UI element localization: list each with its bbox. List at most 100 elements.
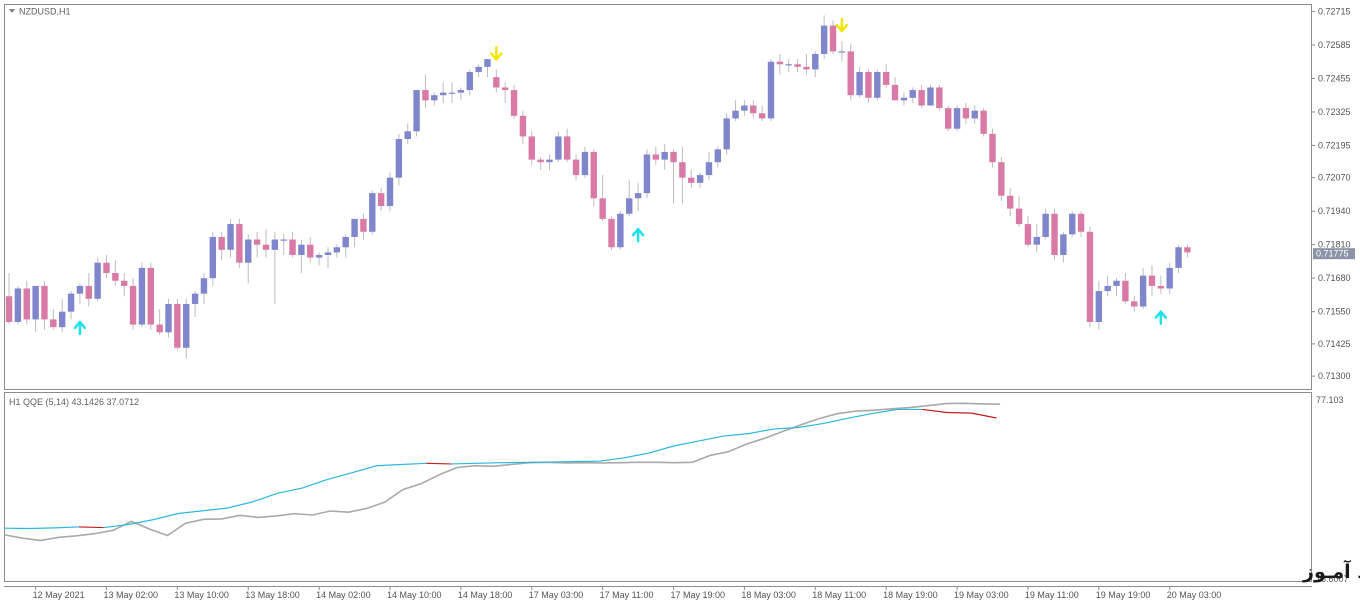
candle-body [1016, 209, 1022, 224]
candle-body [1087, 232, 1093, 322]
candle-body [325, 252, 331, 255]
qqe-signal-segment [947, 413, 972, 414]
price-tick-label: 0.71940 [1318, 206, 1351, 216]
candle-body [892, 85, 898, 100]
candle-body [148, 268, 154, 325]
candle-body [112, 273, 118, 281]
candle-body [989, 134, 995, 162]
candle-body [343, 237, 349, 247]
candle [1087, 227, 1093, 328]
qqe-signal-segment [29, 528, 54, 529]
candle-body [431, 95, 437, 100]
candle-body [573, 160, 579, 175]
candle-body [493, 77, 499, 87]
candle [148, 263, 154, 330]
candle-body [821, 26, 827, 54]
candle-body [936, 87, 942, 108]
candle-body [830, 26, 836, 52]
candle-body [812, 54, 818, 69]
time-tick-label: 13 May 18:00 [245, 590, 300, 600]
candle-body [413, 90, 419, 131]
candle-body [537, 160, 543, 163]
indicator-label: H1 QQE (5,14) 43.1426 37.0712 [9, 397, 139, 407]
candle-body [608, 219, 614, 247]
candle-body [334, 247, 340, 252]
candle [139, 263, 145, 327]
candle-body [351, 219, 357, 237]
candle-body [910, 90, 916, 98]
candle-body [103, 263, 109, 273]
candle [945, 106, 951, 132]
chart-canvas[interactable]: 0.727150.725850.724550.723250.721950.720… [0, 0, 1360, 607]
candle-body [803, 67, 809, 70]
candle-body [1166, 268, 1172, 289]
candle [413, 90, 419, 136]
candle-body [732, 111, 738, 119]
candle-body [617, 214, 623, 248]
time-tick-label: 13 May 02:00 [103, 590, 158, 600]
candle-body [227, 224, 233, 250]
candle-body [794, 64, 800, 67]
time-tick-label: 12 May 2021 [33, 590, 85, 600]
candle-body [918, 90, 924, 105]
candle-body [626, 198, 632, 213]
candle-body [963, 108, 969, 118]
candle-body [1131, 301, 1137, 306]
candle-body [555, 136, 561, 159]
candle-body [1051, 214, 1057, 255]
candle-body [511, 90, 517, 116]
time-tick-label: 17 May 19:00 [671, 590, 726, 600]
candle-body [263, 245, 269, 250]
candle-body [653, 154, 659, 159]
time-tick-label: 18 May 11:00 [812, 590, 866, 600]
candle-body [520, 116, 526, 137]
price-tick-label: 0.71550 [1318, 307, 1351, 317]
candle [174, 299, 180, 351]
qqe-signal-segment [476, 463, 501, 464]
candle-body [972, 111, 978, 119]
candle-body [183, 304, 189, 348]
candle-body [378, 193, 384, 206]
candle-body [59, 312, 65, 327]
candle [165, 299, 171, 338]
candle [644, 149, 650, 198]
candle [617, 211, 623, 250]
candle [936, 85, 942, 111]
candle [848, 44, 854, 101]
qqe-signal-segment [550, 461, 575, 462]
candle-body [458, 90, 464, 93]
candle-body [715, 149, 721, 162]
candle-body [396, 139, 402, 178]
candle [768, 59, 774, 121]
candle-body [777, 62, 783, 65]
candle-body [954, 108, 960, 129]
candle-body [467, 72, 473, 90]
candle [387, 173, 393, 212]
candle-body [1140, 276, 1146, 307]
candle-body [41, 286, 47, 320]
candle-body [86, 286, 92, 299]
candle-body [1060, 234, 1066, 255]
candle-body [1096, 291, 1102, 322]
candle [927, 85, 933, 106]
candle-body [883, 72, 889, 85]
price-tick-label: 0.72325 [1318, 107, 1351, 117]
candle [1051, 209, 1057, 261]
time-tick-label: 18 May 19:00 [883, 590, 938, 600]
time-tick-label: 17 May 03:00 [529, 590, 584, 600]
candle-body [688, 178, 694, 183]
candle [369, 191, 375, 235]
candle-body [174, 304, 180, 348]
candle-body [1175, 247, 1181, 268]
candle-body [440, 93, 446, 96]
candle-body [759, 113, 765, 118]
candle [954, 106, 960, 132]
price-tick-label: 0.72070 [1318, 173, 1351, 183]
time-tick-label: 14 May 10:00 [387, 590, 442, 600]
candle-body [927, 87, 933, 105]
candle-body [156, 325, 162, 333]
candle-body [529, 136, 535, 159]
candle-body [644, 154, 650, 193]
time-tick-label: 14 May 18:00 [458, 590, 513, 600]
candle-body [635, 193, 641, 198]
